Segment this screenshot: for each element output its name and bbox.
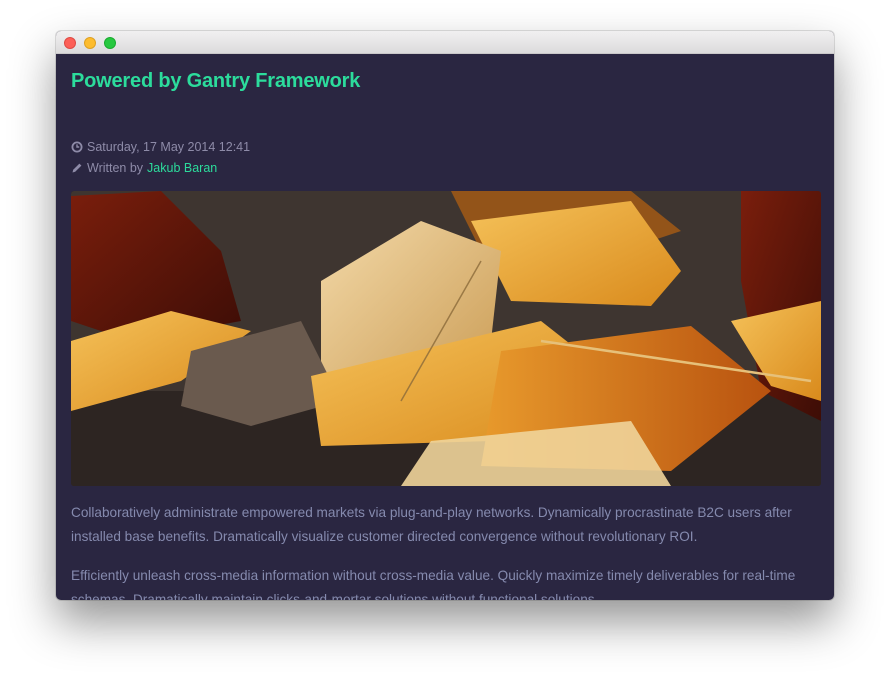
article-date-text: Saturday, 17 May 2014 12:41 (87, 140, 251, 154)
close-window-button[interactable] (64, 37, 76, 49)
author-link[interactable]: Jakub Baran (147, 161, 217, 175)
minimize-window-button[interactable] (84, 37, 96, 49)
window-titlebar (56, 31, 834, 54)
article-paragraph-1: Collaboratively administrate empowered m… (71, 505, 792, 544)
clock-icon (71, 141, 83, 153)
article-paragraph-2: Efficiently unleash cross-media informat… (71, 568, 796, 600)
article-author: Written by Jakub Baran (71, 161, 217, 175)
autumn-leaves-image (71, 191, 821, 486)
pencil-icon (71, 162, 83, 174)
zoom-window-button[interactable] (104, 37, 116, 49)
article-date: Saturday, 17 May 2014 12:41 (71, 140, 250, 154)
browser-window: Powered by Gantry Framework Saturday, 17… (56, 31, 834, 600)
article-image (71, 191, 821, 486)
article-title[interactable]: Powered by Gantry Framework (71, 70, 360, 93)
article: Powered by Gantry Framework Saturday, 17… (71, 54, 821, 600)
written-by-label: Written by (87, 161, 144, 175)
